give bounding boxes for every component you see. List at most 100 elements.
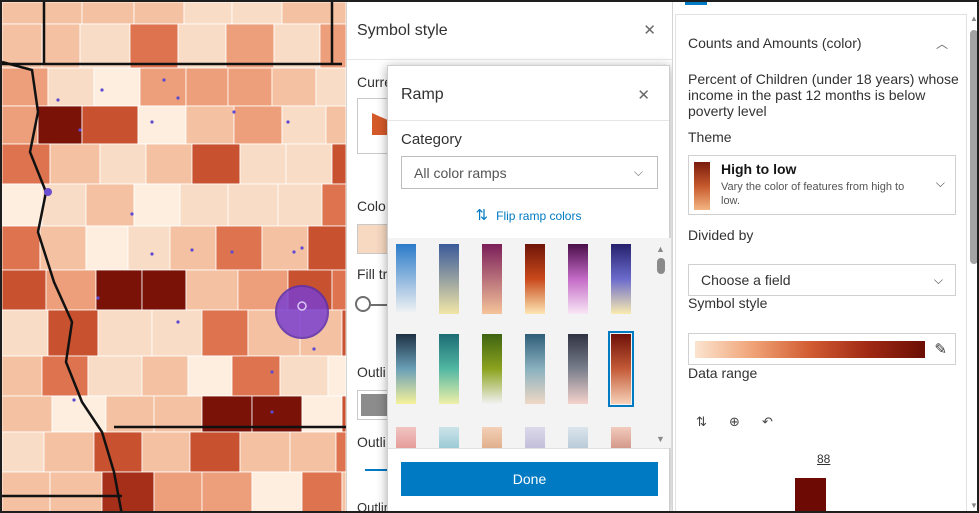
color-ramp-swatch[interactable] [611,244,631,314]
city-point[interactable] [96,296,100,300]
county-polygon[interactable] [185,105,235,145]
chevron-up-icon[interactable]: ︿ [936,35,948,52]
county-polygon[interactable] [85,225,129,271]
county-polygon[interactable] [301,471,343,513]
county-polygon[interactable] [227,67,273,107]
color-ramp-swatch[interactable] [611,427,631,448]
scroll-up-icon[interactable]: ▲ [656,244,665,254]
county-polygon[interactable] [47,309,99,357]
county-polygon[interactable] [2,225,41,271]
city-point[interactable] [232,110,236,114]
city-point[interactable] [150,120,154,124]
county-polygon[interactable] [281,2,333,25]
county-polygon[interactable] [185,67,229,107]
county-polygon[interactable] [81,2,135,25]
county-polygon[interactable] [141,355,189,397]
county-polygon[interactable] [273,23,321,69]
county-polygon[interactable] [215,225,263,271]
county-polygon[interactable] [185,269,239,311]
county-polygon[interactable] [201,471,253,513]
outline-color-swatch[interactable] [357,390,391,420]
county-polygon[interactable] [101,471,155,513]
city-point[interactable] [190,248,194,252]
undo-icon[interactable]: ↶ [754,408,781,436]
city-point[interactable] [150,252,154,256]
selection-highlight[interactable] [275,285,329,339]
section-title[interactable]: Counts and Amounts (color) [688,35,862,51]
symbol-style-selector[interactable]: ✎ [688,333,956,365]
county-polygon[interactable] [93,67,141,107]
close-icon[interactable]: ✕ [643,21,656,39]
county-polygon[interactable] [239,431,291,473]
county-polygon[interactable] [321,183,346,227]
county-polygon[interactable] [43,431,95,473]
color-ramp-swatch[interactable] [439,427,459,448]
county-polygon[interactable] [277,183,323,227]
county-polygon[interactable] [139,67,187,107]
city-point[interactable] [270,410,274,414]
city-point[interactable] [230,250,234,254]
county-polygon[interactable] [79,23,131,69]
city-point[interactable] [300,246,304,250]
county-polygon[interactable] [41,23,81,69]
county-polygon[interactable] [133,2,185,25]
county-polygon[interactable] [153,471,203,513]
county-polygon[interactable] [281,105,327,145]
city-point[interactable] [44,188,52,196]
zoom-in-icon[interactable]: ⊕ [721,408,748,436]
county-polygon[interactable] [233,105,283,145]
city-point[interactable] [56,98,60,102]
county-polygon[interactable] [99,143,147,185]
divided-by-select[interactable]: Choose a field ⌵ [688,264,956,296]
data-range-max-value[interactable]: 88 [817,452,830,466]
color-ramp-swatch[interactable] [482,334,502,404]
county-polygon[interactable] [151,309,203,357]
city-point[interactable] [130,212,134,216]
city-point[interactable] [176,320,180,324]
color-ramp-swatch[interactable] [482,244,502,314]
county-polygon[interactable] [141,431,191,473]
county-polygon[interactable] [231,2,283,25]
county-polygon[interactable] [2,269,47,311]
county-polygon[interactable] [177,23,227,69]
county-polygon[interactable] [335,431,346,473]
fill-color-swatch[interactable] [357,224,391,254]
county-polygon[interactable] [307,225,346,271]
county-polygon[interactable] [37,105,83,145]
city-point[interactable] [270,370,274,374]
city-point[interactable] [286,120,290,124]
county-polygon[interactable] [201,309,249,357]
city-point[interactable] [78,128,82,132]
county-polygon[interactable] [285,143,333,185]
county-polygon[interactable] [225,23,275,69]
color-ramp-swatch[interactable] [439,334,459,404]
city-point[interactable] [100,88,104,92]
county-polygon[interactable] [189,431,241,473]
invert-icon[interactable]: ⇅ [688,408,715,436]
county-polygon[interactable] [183,2,233,25]
city-point[interactable] [176,96,180,100]
color-ramp-swatch[interactable] [525,427,545,448]
county-polygon[interactable] [43,2,83,25]
county-polygon[interactable] [49,471,103,513]
county-polygon[interactable] [137,105,187,145]
ramp-scrollbar[interactable]: ▲ ▼ [656,244,665,444]
county-polygon[interactable] [45,269,97,311]
panel-scrollbar[interactable]: ▲ ▼ [969,14,977,511]
color-ramp-swatch[interactable] [525,334,545,404]
county-polygon[interactable] [133,183,181,227]
county-polygon[interactable] [315,67,346,107]
county-polygon[interactable] [49,143,101,185]
done-button[interactable]: Done [401,462,658,496]
county-polygon[interactable] [289,431,337,473]
county-polygon[interactable] [231,355,281,397]
county-polygon[interactable] [97,309,153,357]
county-polygon[interactable] [179,183,229,227]
county-polygon[interactable] [279,355,329,397]
pencil-icon[interactable]: ✎ [934,340,947,358]
county-polygon[interactable] [2,67,49,107]
county-polygon[interactable] [127,225,171,271]
county-polygon[interactable] [141,269,187,311]
county-polygon[interactable] [87,355,143,397]
county-polygon[interactable] [129,23,179,69]
